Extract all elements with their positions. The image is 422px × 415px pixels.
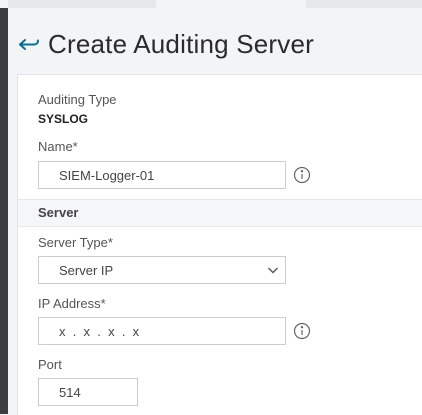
tab-left[interactable]: [8, 0, 156, 8]
port-field[interactable]: 514: [38, 378, 138, 406]
tab-right[interactable]: [306, 0, 422, 8]
tab-strip: [0, 0, 422, 8]
chevron-down-icon: [267, 264, 279, 276]
section-title-server: Server: [38, 205, 79, 220]
auditing-type-value: SYSLOG: [38, 112, 89, 126]
back-arrow-icon[interactable]: [17, 32, 41, 56]
name-label: Name*: [38, 139, 78, 154]
ip-address-field[interactable]: x . x . x . x: [38, 317, 286, 345]
port-value: 514: [59, 384, 81, 400]
auditing-type-label: Auditing Type: [38, 92, 117, 107]
server-type-select[interactable]: Server IP: [38, 256, 286, 284]
name-field-value: SIEM-Logger-01: [59, 167, 155, 183]
info-icon[interactable]: [293, 322, 311, 340]
page-header: Create Auditing Server: [17, 26, 314, 62]
info-icon[interactable]: [293, 166, 311, 184]
server-section-header: Server: [18, 199, 422, 227]
port-label: Port: [38, 357, 62, 372]
server-type-label: Server Type*: [38, 235, 113, 250]
form-panel: Auditing Type SYSLOG Name* SIEM-Logger-0…: [17, 74, 422, 415]
left-dark-edge: [0, 0, 8, 414]
ip-address-value: x . x . x . x: [59, 323, 140, 339]
server-type-value: Server IP: [59, 262, 114, 278]
page-title: Create Auditing Server: [48, 28, 314, 59]
name-field[interactable]: SIEM-Logger-01: [38, 161, 286, 189]
ip-address-label: IP Address*: [38, 296, 106, 311]
